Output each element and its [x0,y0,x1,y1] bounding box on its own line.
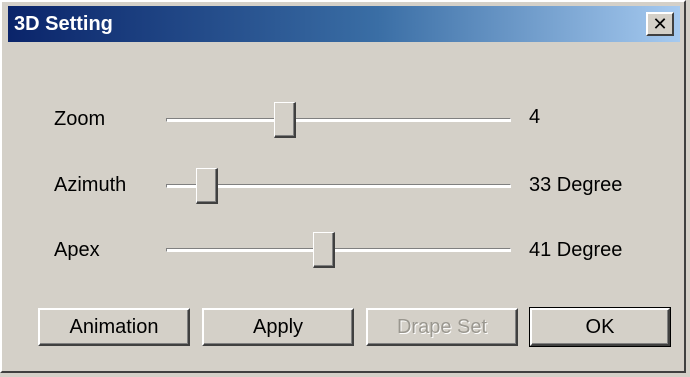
ok-button[interactable]: OK [529,307,671,347]
azimuth-slider-thumb[interactable] [196,168,218,204]
apply-button[interactable]: Apply [202,308,354,346]
apex-slider-thumb[interactable] [313,232,335,268]
animation-button[interactable]: Animation [38,308,190,346]
apex-slider-track[interactable] [166,248,511,252]
apex-value: 41 Degree [529,239,623,261]
title-bar[interactable]: 3D Setting ✕ [8,6,680,42]
dialog-window: 3D Setting ✕ Zoom 4 Azimuth 33 Degree Ap… [0,0,686,373]
close-button[interactable]: ✕ [646,12,674,36]
apex-label: Apex [54,239,100,261]
azimuth-value: 33 Degree [529,174,623,196]
zoom-slider-track[interactable] [166,118,511,122]
zoom-label: Zoom [54,108,106,130]
zoom-value: 4 [529,106,541,128]
close-icon: ✕ [652,14,668,34]
drape-set-button[interactable]: Drape Set [366,308,518,346]
window-title: 3D Setting [14,13,113,35]
azimuth-label: Azimuth [54,174,127,196]
zoom-slider-thumb[interactable] [274,102,296,138]
